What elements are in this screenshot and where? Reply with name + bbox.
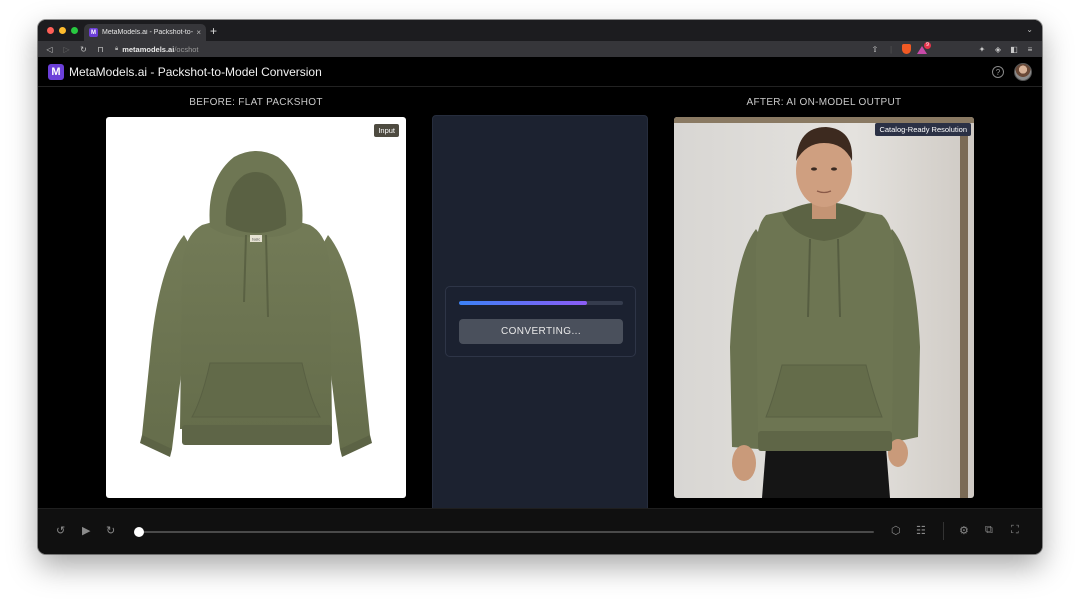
divider-icon: | — [889, 44, 893, 54]
sidebar-toggle-icon[interactable]: ◧ — [1006, 45, 1022, 54]
app-header: M MetaModels.ai - Packshot-to-Model Conv… — [38, 57, 1042, 87]
play-icon[interactable]: ▶ — [82, 524, 90, 537]
catalog-ready-badge: Catalog-Ready Resolution — [875, 123, 971, 136]
maximize-window-button[interactable] — [71, 27, 78, 34]
comparison-area: BEFORE: FLAT PACKSHOT AFTER: AI ON-MODEL… — [38, 88, 1042, 519]
extensions-icon[interactable]: ✦ — [974, 45, 990, 54]
conversion-panel: CONVERTING... — [432, 115, 648, 519]
forward-icon[interactable]: ▷ — [58, 45, 75, 54]
minimize-window-button[interactable] — [59, 27, 66, 34]
browser-window: M MetaModels.ai - Packshot-to- × + ⌄ ◁ ▷… — [38, 20, 1042, 554]
share-icon[interactable]: ⇧ — [867, 45, 883, 54]
on-model-output-image: Catalog-Ready Resolution — [674, 117, 974, 498]
lock-icon: 🔒︎ — [115, 45, 119, 52]
back-icon[interactable]: ◁ — [41, 45, 58, 54]
mask-icon[interactable]: ⬡ — [891, 524, 901, 537]
bookmark-icon[interactable]: ⊓ — [92, 45, 109, 54]
help-icon[interactable]: ? — [992, 66, 1004, 78]
tab-favicon-icon: M — [89, 28, 98, 37]
model-photo-illustration — [674, 117, 974, 498]
rewind-icon[interactable]: ↺ — [56, 524, 65, 537]
before-label: BEFORE: FLAT PACKSHOT — [189, 97, 323, 108]
close-window-button[interactable] — [47, 27, 54, 34]
avatar[interactable] — [1014, 63, 1032, 81]
tab-strip: M MetaModels.ai - Packshot-to- × + ⌄ — [38, 20, 1042, 41]
url-field[interactable]: 🔒︎ metamodels.ai/ocshot — [115, 45, 199, 54]
reload-icon[interactable]: ↻ — [75, 45, 92, 54]
window-controls — [47, 27, 78, 34]
hoodie-tag: basic — [252, 238, 260, 242]
page-title: MetaModels.ai - Packshot-to-Model Conver… — [69, 64, 322, 79]
url-host: metamodels.ai — [122, 44, 175, 54]
after-label: AFTER: AI ON-MODEL OUTPUT — [746, 97, 902, 108]
tab-title: MetaModels.ai - Packshot-to- — [102, 29, 194, 36]
picture-in-picture-icon[interactable]: ⧉ — [985, 524, 993, 537]
flat-hoodie-illustration: basic — [140, 151, 372, 457]
adjustments-icon[interactable]: ☷ — [916, 524, 926, 537]
settings-gear-icon[interactable]: ⚙ — [959, 524, 969, 537]
conversion-progress-bar — [459, 301, 623, 305]
wallet-icon[interactable]: ◈ — [990, 45, 1006, 54]
metamodels-logo: M — [48, 63, 64, 80]
address-bar-actions: ⇧ | 9 ✦ ◈ ◧ ≡ — [867, 41, 1038, 57]
brave-shield-icon[interactable] — [902, 44, 911, 54]
timeline-handle[interactable] — [134, 527, 144, 537]
forward-skip-icon[interactable]: ↻ — [106, 524, 115, 537]
brave-rewards-icon[interactable]: 9 — [917, 41, 931, 54]
timeline-scrubber[interactable] — [138, 531, 874, 533]
tab-search-chevron-icon[interactable]: ⌄ — [1026, 25, 1033, 34]
conversion-progress-fill — [459, 301, 587, 305]
converting-button[interactable]: CONVERTING... — [459, 319, 623, 344]
conversion-status-box: CONVERTING... — [445, 286, 636, 357]
controls-divider — [943, 522, 944, 540]
new-tab-button[interactable]: + — [210, 24, 217, 38]
url-path: /ocshot — [174, 44, 199, 54]
input-badge: Input — [374, 124, 399, 137]
packshot-image: basic Input — [106, 117, 406, 498]
rewards-count-badge: 9 — [924, 41, 931, 49]
address-bar: ◁ ▷ ↻ ⊓ 🔒︎ metamodels.ai/ocshot ⇧ | 9 ✦ … — [38, 41, 1042, 57]
fullscreen-icon[interactable]: ⛶ — [1011, 524, 1019, 537]
browser-tab[interactable]: M MetaModels.ai - Packshot-to- × — [84, 24, 206, 41]
menu-icon[interactable]: ≡ — [1022, 45, 1038, 54]
player-controls: ↺ ▶ ↻ ⬡ ☷ ⚙ ⧉ ⛶ — [38, 508, 1042, 554]
tab-close-button[interactable]: × — [196, 28, 201, 37]
